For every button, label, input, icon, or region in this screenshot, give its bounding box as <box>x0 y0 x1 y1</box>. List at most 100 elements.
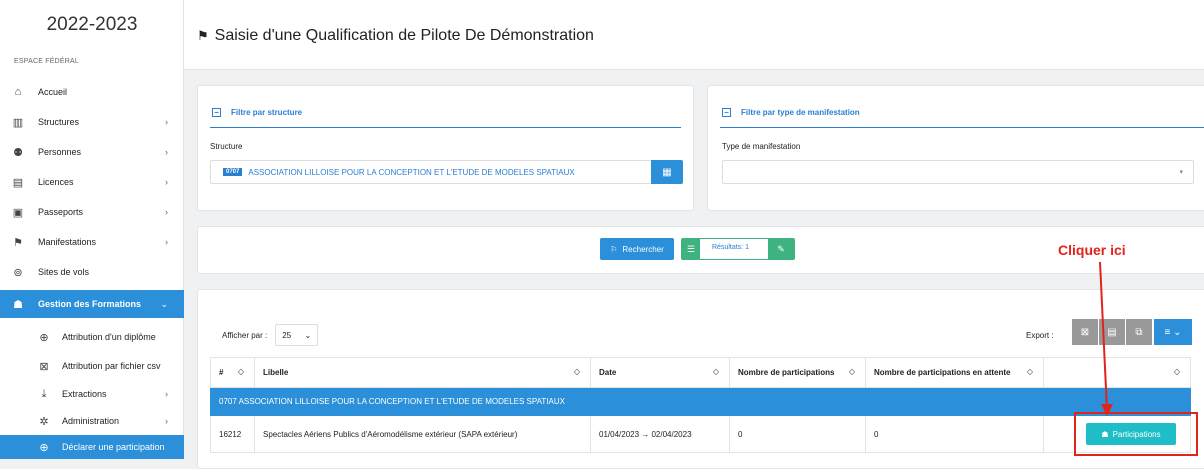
chevron-right-icon: › <box>165 117 168 127</box>
sidebar-item-manifestations[interactable]: ⚑ Manifestations › <box>0 228 184 256</box>
chevron-right-icon: › <box>165 416 168 426</box>
cog-icon: ✲ <box>39 415 49 428</box>
column-header-participations[interactable]: Nombre de participations ◇ <box>729 357 866 388</box>
sidebar-subitem-attribution-csv[interactable]: ⊠ Attribution par fichier csv <box>0 352 184 380</box>
collapse-icon[interactable]: − <box>212 108 221 117</box>
type-label: Type de manifestation <box>722 142 801 151</box>
sidebar-subitem-attribution-diplome[interactable]: ⊕ Attribution d'un diplôme <box>0 323 184 351</box>
building-search-icon: ▦ <box>662 166 672 178</box>
structure-code-badge: 0707 <box>223 168 243 176</box>
column-header-libelle[interactable]: Libelle ◇ <box>254 357 591 388</box>
divider <box>210 127 681 128</box>
export-csv-button[interactable]: ▤ <box>1099 319 1125 345</box>
cell-attente: 0 <box>865 415 1044 453</box>
graduation-cap-icon: ☗ <box>13 298 23 311</box>
sort-icon[interactable]: ◇ <box>574 367 580 376</box>
table-header-row: # ◇ Libelle ◇ Date ◇ Nombre de participatio… <box>210 357 1191 388</box>
pin-icon: ⊚ <box>13 266 23 279</box>
cell-id: 16212 <box>210 415 255 453</box>
home-icon: ⌂ <box>14 86 22 98</box>
flag-icon: ⚑ <box>197 28 209 43</box>
collapse-icon[interactable]: − <box>722 108 731 117</box>
select-structure-button[interactable]: ▦ <box>651 160 683 184</box>
page-title: ⚑ Saisie d'une Qualification de Pilote De… <box>197 27 594 44</box>
column-header-date[interactable]: Date ◇ <box>590 357 730 388</box>
sort-icon[interactable]: ◇ <box>1174 367 1180 376</box>
type-manifestation-select[interactable]: ▾ <box>722 160 1194 184</box>
chevron-down-icon: ⌄ <box>304 330 312 340</box>
per-page-control: Afficher par : 25 ⌄ <box>222 324 319 346</box>
sidebar-item-personnes[interactable]: ⚉ Personnes › <box>0 138 184 166</box>
sidebar-item-accueil[interactable]: ⌂ Accueil <box>0 78 184 106</box>
search-button[interactable]: ⚐ Rechercher <box>600 238 674 260</box>
building-icon: ▥ <box>12 116 24 129</box>
download-icon: ⤓ <box>41 387 47 400</box>
plus-circle-icon: ⊕ <box>39 441 49 454</box>
results-table: # ◇ Libelle ◇ Date ◇ Nombre de participatio… <box>210 357 1191 453</box>
table-row: 16212 Spectacles Aériens Publics d'Aérom… <box>210 415 1191 453</box>
per-page-select[interactable]: 25 ⌄ <box>275 324 319 346</box>
column-header-actions[interactable]: ◇ <box>1043 357 1191 388</box>
sort-icon[interactable]: ◇ <box>238 367 244 376</box>
caret-down-icon: ▾ <box>1179 169 1183 176</box>
column-header-id[interactable]: # ◇ <box>210 357 255 388</box>
sidebar-item-sites-de-vols[interactable]: ⊚ Sites de vols <box>0 258 184 286</box>
chevron-right-icon: › <box>165 147 168 157</box>
page-header: ⚑ Saisie d'une Qualification de Pilote De… <box>184 0 1204 70</box>
structure-label: Structure <box>210 142 243 151</box>
column-toggle-button[interactable]: ≡ ⌄ <box>1154 319 1192 345</box>
structure-name: ASSOCIATION LILLOISE POUR LA CONCEPTION … <box>248 167 575 177</box>
structure-filter-card: − Filtre par structure Structure 0707 ASS… <box>197 85 694 211</box>
sort-icon[interactable]: ◇ <box>1027 367 1033 376</box>
cell-date: 01/04/2023 → 02/04/2023 <box>590 415 730 453</box>
users-icon: ⚉ <box>13 146 23 159</box>
type-filter-title[interactable]: − Filtre par type de manifestation <box>722 108 860 117</box>
copy-icon: ⧉ <box>1135 326 1143 338</box>
section-label: ESPACE FÉDÉRAL <box>14 58 79 65</box>
sidebar-subitem-declarer-participation[interactable]: ⊕ Déclarer une participation <box>0 435 184 459</box>
signpost-icon: ⚐ <box>610 244 618 254</box>
type-filter-card: − Filtre par type de manifestation Type d… <box>707 85 1204 211</box>
sidebar-subitem-extractions[interactable]: ⤓ Extractions › <box>0 380 184 408</box>
plus-circle-icon: ⊕ <box>39 331 49 344</box>
chevron-right-icon: › <box>165 389 168 399</box>
chevron-right-icon: › <box>165 207 168 217</box>
sort-icon[interactable]: ◇ <box>849 367 855 376</box>
chevron-down-icon: ⌄ <box>160 298 168 309</box>
annotation-highlight-box <box>1074 412 1198 456</box>
annotation-label: Cliquer ici <box>1058 242 1126 258</box>
season-title: 2022-2023 <box>46 14 138 35</box>
sidebar-subitem-administration[interactable]: ✲ Administration › <box>0 407 184 435</box>
sidebar-item-gestion-formations[interactable]: ☗ Gestion des Formations ⌄ <box>0 290 184 318</box>
sidebar-item-structures[interactable]: ▥ Structures › <box>0 108 184 136</box>
menu-icon: ≡ ⌄ <box>1164 326 1182 338</box>
structure-field[interactable]: 0707 ASSOCIATION LILLOISE POUR LA CONCEP… <box>210 160 682 184</box>
list-icon: ☰ <box>682 239 700 259</box>
cell-libelle: Spectacles Aériens Publics d'Aéromodélis… <box>254 415 591 453</box>
export-label: Export : <box>1026 331 1054 340</box>
copy-button[interactable]: ⧉ <box>1126 319 1152 345</box>
results-card: Afficher par : 25 ⌄ Export : ⊠ ▤ ⧉ ≡ ⌄ # ◇… <box>197 289 1204 469</box>
excel-file-icon: ⊠ <box>39 360 49 373</box>
search-bar-card: ⚐ Rechercher ☰ Résultats: 1 ✎ <box>197 226 1204 274</box>
card-icon: ▤ <box>12 176 24 189</box>
group-row: 0707 ASSOCIATION LILLOISE POUR LA CONCEP… <box>210 387 1191 416</box>
sidebar-item-licences[interactable]: ▤ Licences › <box>0 168 184 196</box>
sort-icon[interactable]: ◇ <box>713 367 719 376</box>
sidebar-item-passeports[interactable]: ▣ Passeports › <box>0 198 184 226</box>
results-counter: ☰ Résultats: 1 ✎ <box>681 238 795 260</box>
eraser-icon[interactable]: ✎ <box>768 239 794 259</box>
results-count: Résultats: 1 <box>712 244 749 251</box>
column-header-attente[interactable]: Nombre de participations en attente ◇ <box>865 357 1044 388</box>
sidebar: 2022-2023 ESPACE FÉDÉRAL ⌂ Accueil ▥ Str… <box>0 0 184 459</box>
group-label: 0707 ASSOCIATION LILLOISE POUR LA CONCEP… <box>210 387 1191 416</box>
chevron-right-icon: › <box>165 177 168 187</box>
cell-participations: 0 <box>729 415 866 453</box>
export-excel-button[interactable]: ⊠ <box>1072 319 1098 345</box>
chevron-right-icon: › <box>165 237 168 247</box>
divider <box>720 127 1204 128</box>
structure-filter-title[interactable]: − Filtre par structure <box>212 108 302 117</box>
csv-icon: ▤ <box>1107 326 1117 338</box>
passport-icon: ▣ <box>12 206 24 219</box>
excel-icon: ⊠ <box>1080 326 1090 338</box>
